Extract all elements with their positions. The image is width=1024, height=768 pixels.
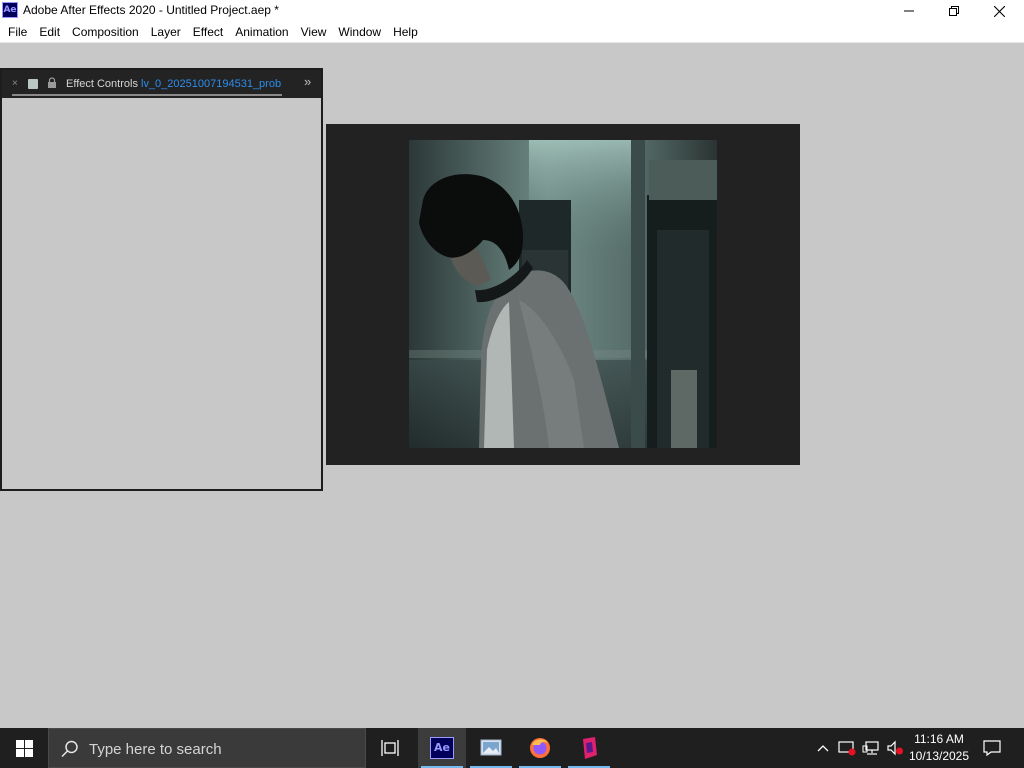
panel-title[interactable]: Effect Controls: [66, 78, 138, 90]
minimize-icon: [904, 10, 914, 12]
taskbar-search-box[interactable]: Type here to search: [48, 728, 366, 768]
taskbar: Type here to search Ae 11:16 AM 10/13/20…: [0, 728, 1024, 768]
window-title: Adobe After Effects 2020 - Untitled Proj…: [23, 3, 279, 17]
after-effects-logo-icon: Ae: [2, 2, 18, 18]
show-hidden-icons-button[interactable]: [814, 728, 832, 768]
network-button[interactable]: [860, 728, 882, 768]
search-placeholder[interactable]: Type here to search: [89, 741, 222, 758]
taskbar-pink-app[interactable]: [565, 728, 613, 768]
taskbar-firefox[interactable]: [516, 728, 564, 768]
menu-animation[interactable]: Animation: [229, 22, 294, 42]
restore-icon: [949, 6, 959, 16]
tray-app-button[interactable]: [836, 728, 858, 768]
after-effects-taskbar-icon: Ae: [430, 737, 454, 759]
menu-composition[interactable]: Composition: [66, 22, 145, 42]
close-icon: [993, 5, 1005, 17]
effect-controls-body: [2, 98, 321, 489]
video-frame-illustration: [409, 140, 717, 448]
lock-icon[interactable]: [47, 77, 57, 89]
panel-close-icon[interactable]: ×: [12, 78, 18, 90]
restore-button[interactable]: [931, 0, 977, 22]
clock-date: 10/13/2025: [908, 749, 970, 763]
notification-icon: [983, 740, 1001, 757]
taskbar-photos[interactable]: [467, 728, 515, 768]
chevron-up-icon: [817, 745, 829, 752]
photos-app-icon: [480, 739, 502, 756]
composition-viewer[interactable]: [326, 124, 800, 465]
menu-bar: File Edit Composition Layer Effect Anima…: [0, 22, 1024, 43]
clock-time: 11:16 AM: [914, 732, 964, 746]
menu-effect[interactable]: Effect: [187, 22, 229, 42]
menu-layer[interactable]: Layer: [145, 22, 187, 42]
network-icon: [862, 741, 879, 755]
windows-logo-icon: [15, 739, 33, 757]
taskbar-clock[interactable]: 11:16 AM 10/13/2025: [904, 731, 974, 765]
effect-controls-panel: × Effect Controls lv_0_20251007194531_pr…: [0, 68, 323, 491]
minimize-button[interactable]: [886, 0, 932, 22]
menu-window[interactable]: Window: [332, 22, 387, 42]
volume-button[interactable]: [884, 728, 906, 768]
title-bar: Ae Adobe After Effects 2020 - Untitled P…: [0, 0, 1024, 22]
panel-color-swatch: [28, 79, 38, 89]
app-pink-icon: [583, 737, 597, 759]
panel-overflow-icon[interactable]: »: [304, 75, 311, 89]
menu-file[interactable]: File: [2, 22, 33, 42]
tray-monitor-icon: [838, 741, 856, 756]
menu-view[interactable]: View: [295, 22, 333, 42]
menu-help[interactable]: Help: [387, 22, 424, 42]
taskbar-after-effects[interactable]: Ae: [418, 728, 466, 768]
start-button[interactable]: [0, 728, 48, 768]
panel-layer-name[interactable]: lv_0_20251007194531_prob: [141, 78, 281, 90]
search-icon: [61, 740, 78, 758]
task-view-icon: [381, 740, 399, 756]
close-button[interactable]: [976, 0, 1022, 22]
menu-edit[interactable]: Edit: [33, 22, 66, 42]
active-tab-underline: [12, 94, 282, 96]
panel-tab-header[interactable]: × Effect Controls lv_0_20251007194531_pr…: [2, 70, 321, 98]
volume-muted-icon: [887, 740, 903, 756]
video-frame-image: [409, 140, 717, 448]
firefox-icon: [530, 738, 550, 758]
task-view-button[interactable]: [367, 728, 415, 768]
action-center-button[interactable]: [980, 728, 1004, 768]
